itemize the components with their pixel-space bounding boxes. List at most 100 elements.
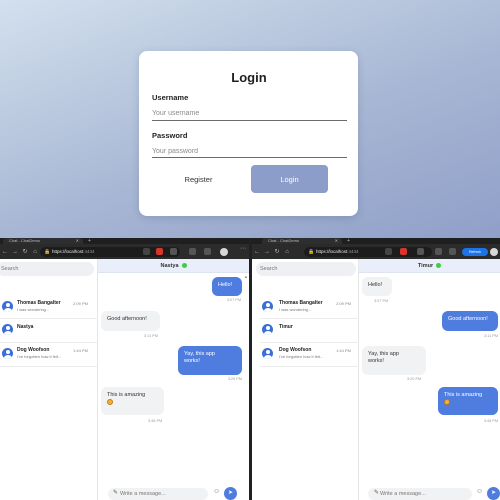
contacts-sidebar: Thomas Bangalter 2:09 PM I was wondering… (252, 259, 359, 500)
more-menu-icon[interactable]: ⋯ (240, 245, 246, 252)
divider (260, 366, 359, 367)
send-button[interactable]: ➤ (487, 487, 500, 500)
forward-icon[interactable]: → (10, 249, 20, 255)
avatar-icon (2, 301, 13, 312)
chat-header: Nastya (98, 259, 249, 273)
message-bubble-out: Hello! (212, 277, 242, 296)
contact-name: Dog Woofson (17, 347, 50, 353)
tab-title: Chat - ChatDemo (9, 238, 41, 243)
address-url: https://localhost (316, 248, 348, 254)
message-time: 3:20 PM (227, 377, 242, 381)
divider (260, 342, 359, 343)
left-browser-window: Chat - ChatDemo ✕ + ← → ↻ ⌂ 🔒 https://lo… (0, 238, 249, 500)
lock-icon: 🔒 (44, 248, 51, 255)
chat-app: Thomas Bangalter 2:09 PM I was wondering… (0, 259, 249, 500)
scroll-up-icon[interactable]: ▲ (244, 274, 248, 279)
favorites-icon[interactable] (435, 248, 442, 255)
reload-icon[interactable]: ↻ (272, 248, 282, 255)
divider (260, 318, 359, 319)
message-time: 3:20 PM (407, 377, 422, 381)
contact-item[interactable]: Nastya (0, 320, 98, 342)
contact-name: Thomas Bangalter (17, 300, 61, 306)
forward-icon[interactable]: → (262, 249, 272, 255)
lock-icon: 🔒 (308, 248, 315, 255)
address-port: :4434 (83, 248, 95, 254)
login-button[interactable]: Login (251, 165, 328, 193)
message-time: 3:11 PM (484, 334, 498, 338)
contact-time: 1:44 PM (336, 347, 351, 353)
contact-name: Thomas Bangalter (279, 300, 323, 306)
contact-time: 2:09 PM (336, 300, 351, 306)
extension-record-icon[interactable] (400, 248, 407, 255)
extensions-puzzle-icon[interactable] (189, 248, 196, 255)
profile-avatar[interactable] (490, 247, 498, 256)
back-icon[interactable]: ← (252, 249, 262, 255)
contact-name: Timur (279, 324, 293, 330)
extension-shield-icon[interactable] (417, 248, 424, 255)
message-input[interactable] (108, 488, 208, 500)
chat-pane: Timur Hello! 3:07 PM Good afternoon! 3:1… (359, 259, 500, 500)
login-backdrop: Login Username Password Register Login (0, 0, 500, 238)
username-input[interactable] (152, 103, 347, 121)
collections-icon[interactable] (449, 248, 456, 255)
message-bubble-in: Hello! (362, 277, 392, 296)
avatar-icon (2, 324, 13, 335)
chat-title: Nastya (160, 262, 179, 269)
message-text: This is amazing (444, 392, 483, 398)
profile-avatar[interactable] (220, 247, 228, 256)
contact-time: 2:09 PM (73, 300, 88, 306)
message-composer: ✎ ☺ ➤ (104, 486, 249, 500)
reload-icon[interactable]: ↻ (20, 248, 30, 255)
attach-icon[interactable]: ✎ (113, 489, 118, 496)
back-icon[interactable]: ← (0, 249, 10, 255)
contact-preview: I was wondering... (279, 307, 312, 312)
favorites-icon[interactable] (204, 248, 211, 255)
message-composer: ✎ ☺ ➤ (365, 486, 500, 500)
message-time: 3:48 PM (148, 419, 163, 423)
address-url: https://localhost (52, 248, 84, 254)
avatar-icon (262, 348, 273, 359)
emoji-icon (107, 399, 113, 405)
home-icon[interactable]: ⌂ (282, 249, 292, 255)
chat-pane: Nastya ▲ Hello! 3:07 PM Good afternoon! … (98, 259, 249, 500)
contact-item[interactable]: Thomas Bangalter 2:09 PM I was wondering… (252, 297, 359, 319)
message-bubble-out: This is amazing (438, 387, 498, 415)
message-bubble-in: This is amazing (101, 387, 164, 415)
search-input[interactable] (0, 262, 94, 276)
emoji-icon (444, 399, 450, 405)
message-bubble-out: Good afternoon! (442, 311, 498, 331)
avatar-icon (262, 324, 273, 335)
message-text: Good afternoon! (107, 316, 147, 322)
contact-item[interactable]: Timur (252, 320, 359, 342)
refresh-button[interactable]: Refresh (462, 247, 488, 256)
home-icon[interactable]: ⌂ (30, 249, 40, 255)
address-bar[interactable]: 🔒 https://localhost:4434 (304, 246, 432, 257)
extension-shield-icon[interactable] (170, 248, 177, 255)
message-bubble-in: Good afternoon! (101, 311, 160, 331)
divider (0, 318, 98, 319)
message-time: 3:48 PM (483, 419, 498, 423)
password-label: Password (152, 130, 188, 140)
contact-item[interactable]: Dog Woofson 1:44 PM I've forgotten how i… (252, 344, 359, 366)
tab-title: Chat - ChatDemo (268, 238, 300, 243)
online-status-icon (436, 263, 442, 268)
message-input[interactable] (368, 488, 472, 500)
extension-record-icon[interactable] (156, 248, 163, 255)
emoji-picker-icon[interactable]: ☺ (476, 488, 483, 495)
search-input[interactable] (256, 262, 356, 276)
login-actions: Register Login (152, 165, 346, 193)
contact-item[interactable]: Thomas Bangalter 2:09 PM I was wondering… (0, 297, 98, 319)
attach-icon[interactable]: ✎ (374, 489, 379, 496)
send-button[interactable]: ➤ (224, 487, 237, 500)
emoji-picker-icon[interactable]: ☺ (213, 488, 220, 495)
contact-preview: I was wondering... (17, 307, 50, 312)
extension-icon[interactable] (385, 248, 392, 255)
divider (0, 342, 98, 343)
avatar-icon (2, 348, 13, 359)
contact-item[interactable]: Dog Woofson 1:44 PM I've forgotten how i… (0, 344, 98, 366)
extension-icon[interactable] (143, 248, 150, 255)
register-button[interactable]: Register (152, 175, 236, 184)
contacts-sidebar: Thomas Bangalter 2:09 PM I was wondering… (0, 259, 98, 500)
password-input[interactable] (152, 141, 347, 158)
message-text: This is amazing (107, 392, 146, 398)
